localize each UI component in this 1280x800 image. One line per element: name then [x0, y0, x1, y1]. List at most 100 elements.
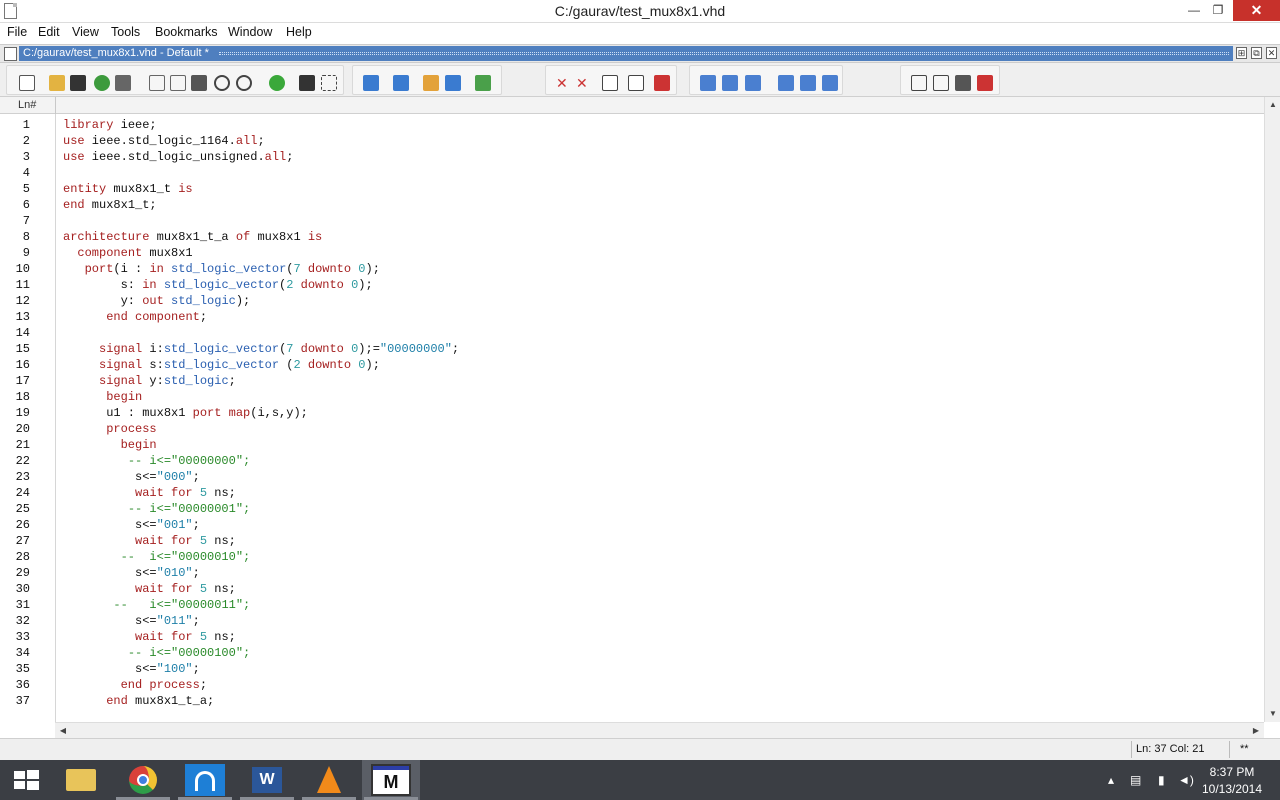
code-line[interactable]: 1 library ieee; — [0, 117, 1260, 133]
step-over-icon[interactable] — [722, 75, 738, 91]
vertical-scrollbar[interactable]: ▲ ▼ — [1264, 97, 1280, 722]
code-line[interactable]: 19 u1 : mux8x1 port map(i,s,y); — [0, 405, 1260, 421]
tab-drag-grip[interactable] — [219, 52, 1229, 55]
code-line[interactable]: 32 s<="011"; — [0, 613, 1260, 629]
redo-icon[interactable] — [236, 75, 252, 91]
new-file-icon[interactable] — [19, 75, 35, 91]
file-explorer-icon[interactable] — [52, 760, 110, 800]
maximize-button[interactable]: ❐ — [1204, 0, 1232, 21]
tab-document[interactable]: C:/gaurav/test_mux8x1.vhd - Default * — [19, 46, 1233, 61]
delete-lines-icon[interactable]: ✕ — [556, 75, 572, 91]
code-line[interactable]: 5 entity mux8x1_t is — [0, 181, 1260, 197]
code-line[interactable]: 33 wait for 5 ns; — [0, 629, 1260, 645]
code-line[interactable]: 13 end component; — [0, 309, 1260, 325]
code-line[interactable]: 4 — [0, 165, 1260, 181]
code-editor[interactable]: 1 library ieee; 2 use ieee.std_logic_1164.a… — [0, 114, 1264, 722]
modelsim-icon[interactable]: M — [362, 760, 420, 800]
menu-window[interactable]: Window — [228, 25, 272, 39]
scroll-up-icon[interactable]: ▲ — [1265, 97, 1280, 113]
code-line[interactable]: 24 wait for 5 ns; — [0, 485, 1260, 501]
wave-icon[interactable] — [911, 75, 927, 91]
menu-bookmarks[interactable]: Bookmarks — [155, 25, 218, 39]
compile-icon[interactable] — [363, 75, 379, 91]
menu-help[interactable]: Help — [286, 25, 312, 39]
code-line[interactable]: 11 s: in std_logic_vector(2 downto 0); — [0, 277, 1260, 293]
break-icon[interactable] — [475, 75, 491, 91]
run-icon[interactable] — [822, 75, 838, 91]
continue-icon[interactable] — [800, 75, 816, 91]
code-line[interactable]: 37 end mux8x1_t_a; — [0, 693, 1260, 709]
delete-icon[interactable] — [977, 75, 993, 91]
clock-date[interactable]: 10/13/2014 — [1190, 782, 1274, 796]
copy-icon[interactable] — [170, 75, 186, 91]
scroll-left-icon[interactable]: ◀ — [55, 723, 71, 739]
menu-view[interactable]: View — [72, 25, 99, 39]
code-line[interactable]: 22 -- i<="00000000"; — [0, 453, 1260, 469]
step-icon[interactable] — [700, 75, 716, 91]
find-icon[interactable] — [299, 75, 315, 91]
code-line[interactable]: 25 -- i<="00000001"; — [0, 501, 1260, 517]
paste-icon[interactable] — [191, 75, 207, 91]
code-line[interactable]: 16 signal s:std_logic_vector (2 downto 0… — [0, 357, 1260, 373]
code-line[interactable]: 34 -- i<="00000100"; — [0, 645, 1260, 661]
code-line[interactable]: 35 s<="100"; — [0, 661, 1260, 677]
code-line[interactable]: 26 s<="001"; — [0, 517, 1260, 533]
step-into-icon[interactable] — [778, 75, 794, 91]
page-icon[interactable] — [602, 75, 618, 91]
menu-tools[interactable]: Tools — [111, 25, 140, 39]
undo-icon[interactable] — [214, 75, 230, 91]
code-line[interactable]: 18 begin — [0, 389, 1260, 405]
save-icon[interactable] — [70, 75, 86, 91]
start-icon[interactable] — [0, 760, 58, 800]
code-line[interactable]: 12 y: out std_logic); — [0, 293, 1260, 309]
compile-all-icon[interactable] — [393, 75, 409, 91]
reload-icon[interactable] — [94, 75, 110, 91]
code-line[interactable]: 14 — [0, 325, 1260, 341]
show-hidden-icons-icon[interactable]: ▴ — [1108, 773, 1114, 787]
close-button[interactable]: ✕ — [1233, 0, 1280, 21]
code-line[interactable]: 8 architecture mux8x1_t_a of mux8x1 is — [0, 229, 1260, 245]
stop-icon[interactable] — [654, 75, 670, 91]
code-line[interactable]: 6 end mux8x1_t; — [0, 197, 1260, 213]
add-icon[interactable] — [269, 75, 285, 91]
calendar-icon[interactable] — [933, 75, 949, 91]
tab-close-icon[interactable]: ✕ — [1266, 47, 1277, 59]
code-line[interactable]: 2 use ieee.std_logic_1164.all; — [0, 133, 1260, 149]
printer-settings-icon[interactable] — [955, 75, 971, 91]
code-line[interactable]: 30 wait for 5 ns; — [0, 581, 1260, 597]
scroll-right-icon[interactable]: ▶ — [1248, 723, 1264, 739]
code-line[interactable]: 36 end process; — [0, 677, 1260, 693]
print-icon[interactable] — [115, 75, 131, 91]
word-icon[interactable]: W — [238, 760, 296, 800]
horizontal-scrollbar[interactable]: ◀ ▶ — [55, 722, 1264, 738]
step-out-icon[interactable] — [745, 75, 761, 91]
chrome-icon[interactable] — [114, 760, 172, 800]
code-line[interactable]: 10 port(i : in std_logic_vector(7 downto… — [0, 261, 1260, 277]
code-line[interactable]: 20 process — [0, 421, 1260, 437]
network-icon[interactable]: ▤ — [1130, 773, 1141, 787]
code-line[interactable]: 27 wait for 5 ns; — [0, 533, 1260, 549]
menu-file[interactable]: File — [7, 25, 27, 39]
simulate-icon[interactable] — [445, 75, 461, 91]
code-line[interactable]: 9 component mux8x1 — [0, 245, 1260, 261]
page-list-icon[interactable] — [628, 75, 644, 91]
wifi-icon[interactable] — [176, 760, 234, 800]
replace-icon[interactable] — [321, 75, 337, 91]
clock-time[interactable]: 8:37 PM — [1190, 765, 1274, 779]
code-line[interactable]: 23 s<="000"; — [0, 469, 1260, 485]
code-line[interactable]: 15 signal i:std_logic_vector(7 downto 0)… — [0, 341, 1260, 357]
vlc-icon[interactable] — [300, 760, 358, 800]
code-line[interactable]: 29 s<="010"; — [0, 565, 1260, 581]
scroll-down-icon[interactable]: ▼ — [1265, 706, 1280, 722]
code-line[interactable]: 21 begin — [0, 437, 1260, 453]
code-line[interactable]: 3 use ieee.std_logic_unsigned.all; — [0, 149, 1260, 165]
cut-icon[interactable] — [149, 75, 165, 91]
compile-out-of-date-icon[interactable] — [423, 75, 439, 91]
tab-restore-icon[interactable]: ⧉ — [1251, 47, 1262, 59]
tab-undock-icon[interactable]: ⊞ — [1236, 47, 1247, 59]
open-folder-icon[interactable] — [49, 75, 65, 91]
battery-icon[interactable]: ▮ — [1158, 773, 1165, 787]
code-line[interactable]: 28 -- i<="00000010"; — [0, 549, 1260, 565]
menu-edit[interactable]: Edit — [38, 25, 60, 39]
code-line[interactable]: 31 -- i<="00000011"; — [0, 597, 1260, 613]
